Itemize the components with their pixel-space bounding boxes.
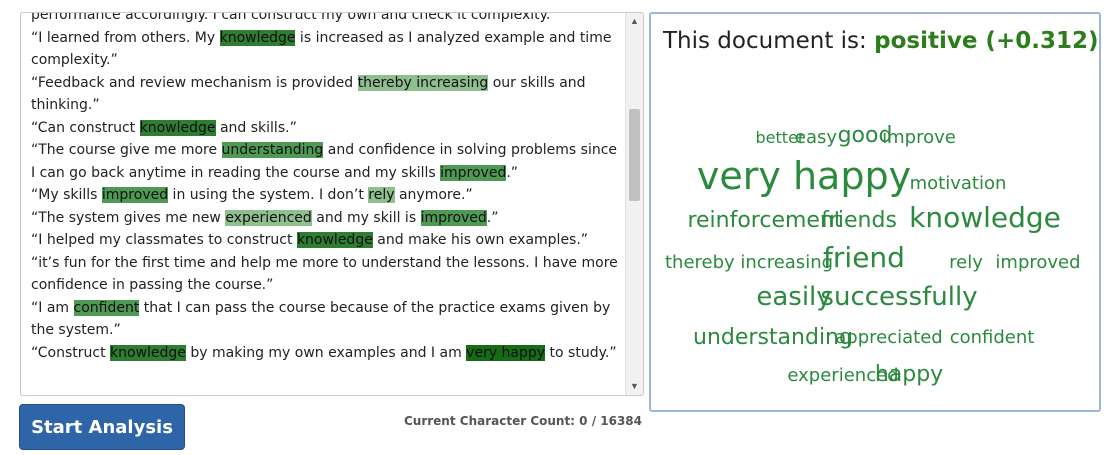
text-segment: .” — [506, 164, 519, 181]
text-line: “The system gives me new experienced and… — [31, 207, 621, 230]
highlighted-term: very happy — [466, 344, 546, 361]
text-segment: “Construct — [31, 344, 111, 361]
word-cloud-term: confident — [949, 327, 1035, 349]
highlighted-term: knowledge — [219, 29, 296, 46]
text-line: “Feedback and review mechanism is provid… — [31, 72, 621, 117]
word-cloud-term: improved — [995, 252, 1081, 274]
text-line: “I am confident that I can pass the cour… — [31, 297, 621, 342]
word-cloud-term: easy — [794, 127, 838, 149]
highlighted-term: improved — [420, 209, 487, 226]
text-line: “I helped my classmates to construct kno… — [31, 229, 621, 252]
word-cloud-term: friends — [821, 207, 897, 233]
text-segment: .” — [486, 209, 499, 226]
word-cloud-term: reinforcement — [687, 207, 843, 233]
highlighted-term: understanding — [221, 142, 324, 158]
text-segment: “I helped my classmates to construct — [31, 232, 297, 248]
highlighted-term: knowledge — [110, 344, 186, 361]
word-cloud: better easy good improve very happy motivatio… — [651, 14, 1099, 410]
review-text-area[interactable]: performance accordingly. I can construct… — [20, 12, 644, 396]
text-segment: “it’s fun for the first time and help me… — [31, 254, 618, 294]
highlighted-term: rely — [368, 187, 395, 203]
scroll-thumb[interactable] — [629, 109, 640, 201]
start-analysis-button[interactable]: Start Analysis — [19, 404, 185, 450]
text-segment: and skills.” — [215, 119, 297, 136]
text-segment: and my skill is — [311, 209, 421, 226]
word-cloud-term: happy — [874, 361, 944, 387]
text-segment: anymore.” — [394, 187, 473, 203]
text-segment: “I am — [31, 299, 74, 316]
sentiment-result-panel: This document is: positive (+0.312) bett… — [649, 12, 1101, 412]
text-segment: “The course give me more — [31, 142, 222, 158]
highlighted-term: knowledge — [296, 232, 373, 248]
highlighted-term: knowledge — [139, 119, 216, 136]
word-cloud-term: very happy — [696, 154, 912, 199]
highlighted-term: improved — [440, 164, 507, 181]
word-cloud-term: understanding — [693, 324, 853, 350]
text-line: “Can construct knowledge and skills.” — [31, 117, 621, 140]
word-cloud-term: improve — [882, 127, 956, 149]
text-line: “The course give me more understanding a… — [31, 139, 621, 184]
text-line: performance accordingly. I can construct… — [31, 12, 621, 27]
word-cloud-term: thereby increasing — [664, 252, 834, 274]
text-segment: by making my own examples and I am — [185, 344, 467, 361]
text-segment: “I learned from others. My — [31, 29, 220, 46]
word-cloud-term: appreciated — [835, 327, 943, 349]
text-segment: “The system gives me new — [31, 209, 226, 226]
highlighted-term: confident — [73, 299, 140, 316]
word-cloud-term: successfully — [820, 282, 978, 313]
triangle-up-icon[interactable]: ▲ — [626, 13, 643, 30]
text-line: “My skills improved in using the system.… — [31, 184, 621, 207]
text-line: “I learned from others. My knowledge is … — [31, 27, 621, 72]
review-text-content[interactable]: performance accordingly. I can construct… — [31, 12, 621, 365]
character-count: Current Character Count: 0 / 16384 — [403, 414, 642, 428]
text-segment: to study.” — [545, 344, 617, 361]
text-area-scrollbar[interactable]: ▲ ▼ — [625, 13, 643, 395]
word-cloud-term: friend — [823, 241, 905, 275]
text-segment: performance accordingly. I can construct… — [31, 12, 558, 23]
triangle-down-icon[interactable]: ▼ — [626, 378, 643, 395]
word-cloud-term: motivation — [909, 173, 1007, 195]
highlighted-term: thereby increasing — [357, 74, 489, 91]
text-segment: “Feedback and review mechanism is provid… — [31, 74, 358, 91]
text-segment: and make his own examples.” — [372, 232, 589, 248]
text-segment: “My skills — [31, 187, 102, 203]
word-cloud-term: rely — [949, 252, 983, 274]
highlighted-term: experienced — [225, 209, 312, 226]
text-line: “it’s fun for the first time and help me… — [31, 252, 621, 297]
text-line: “Construct knowledge by making my own ex… — [31, 342, 621, 365]
text-segment: “Can construct — [31, 119, 140, 136]
word-cloud-term: knowledge — [909, 201, 1061, 235]
text-segment: in using the system. I don’t — [168, 187, 369, 203]
highlighted-term: improved — [101, 187, 169, 203]
